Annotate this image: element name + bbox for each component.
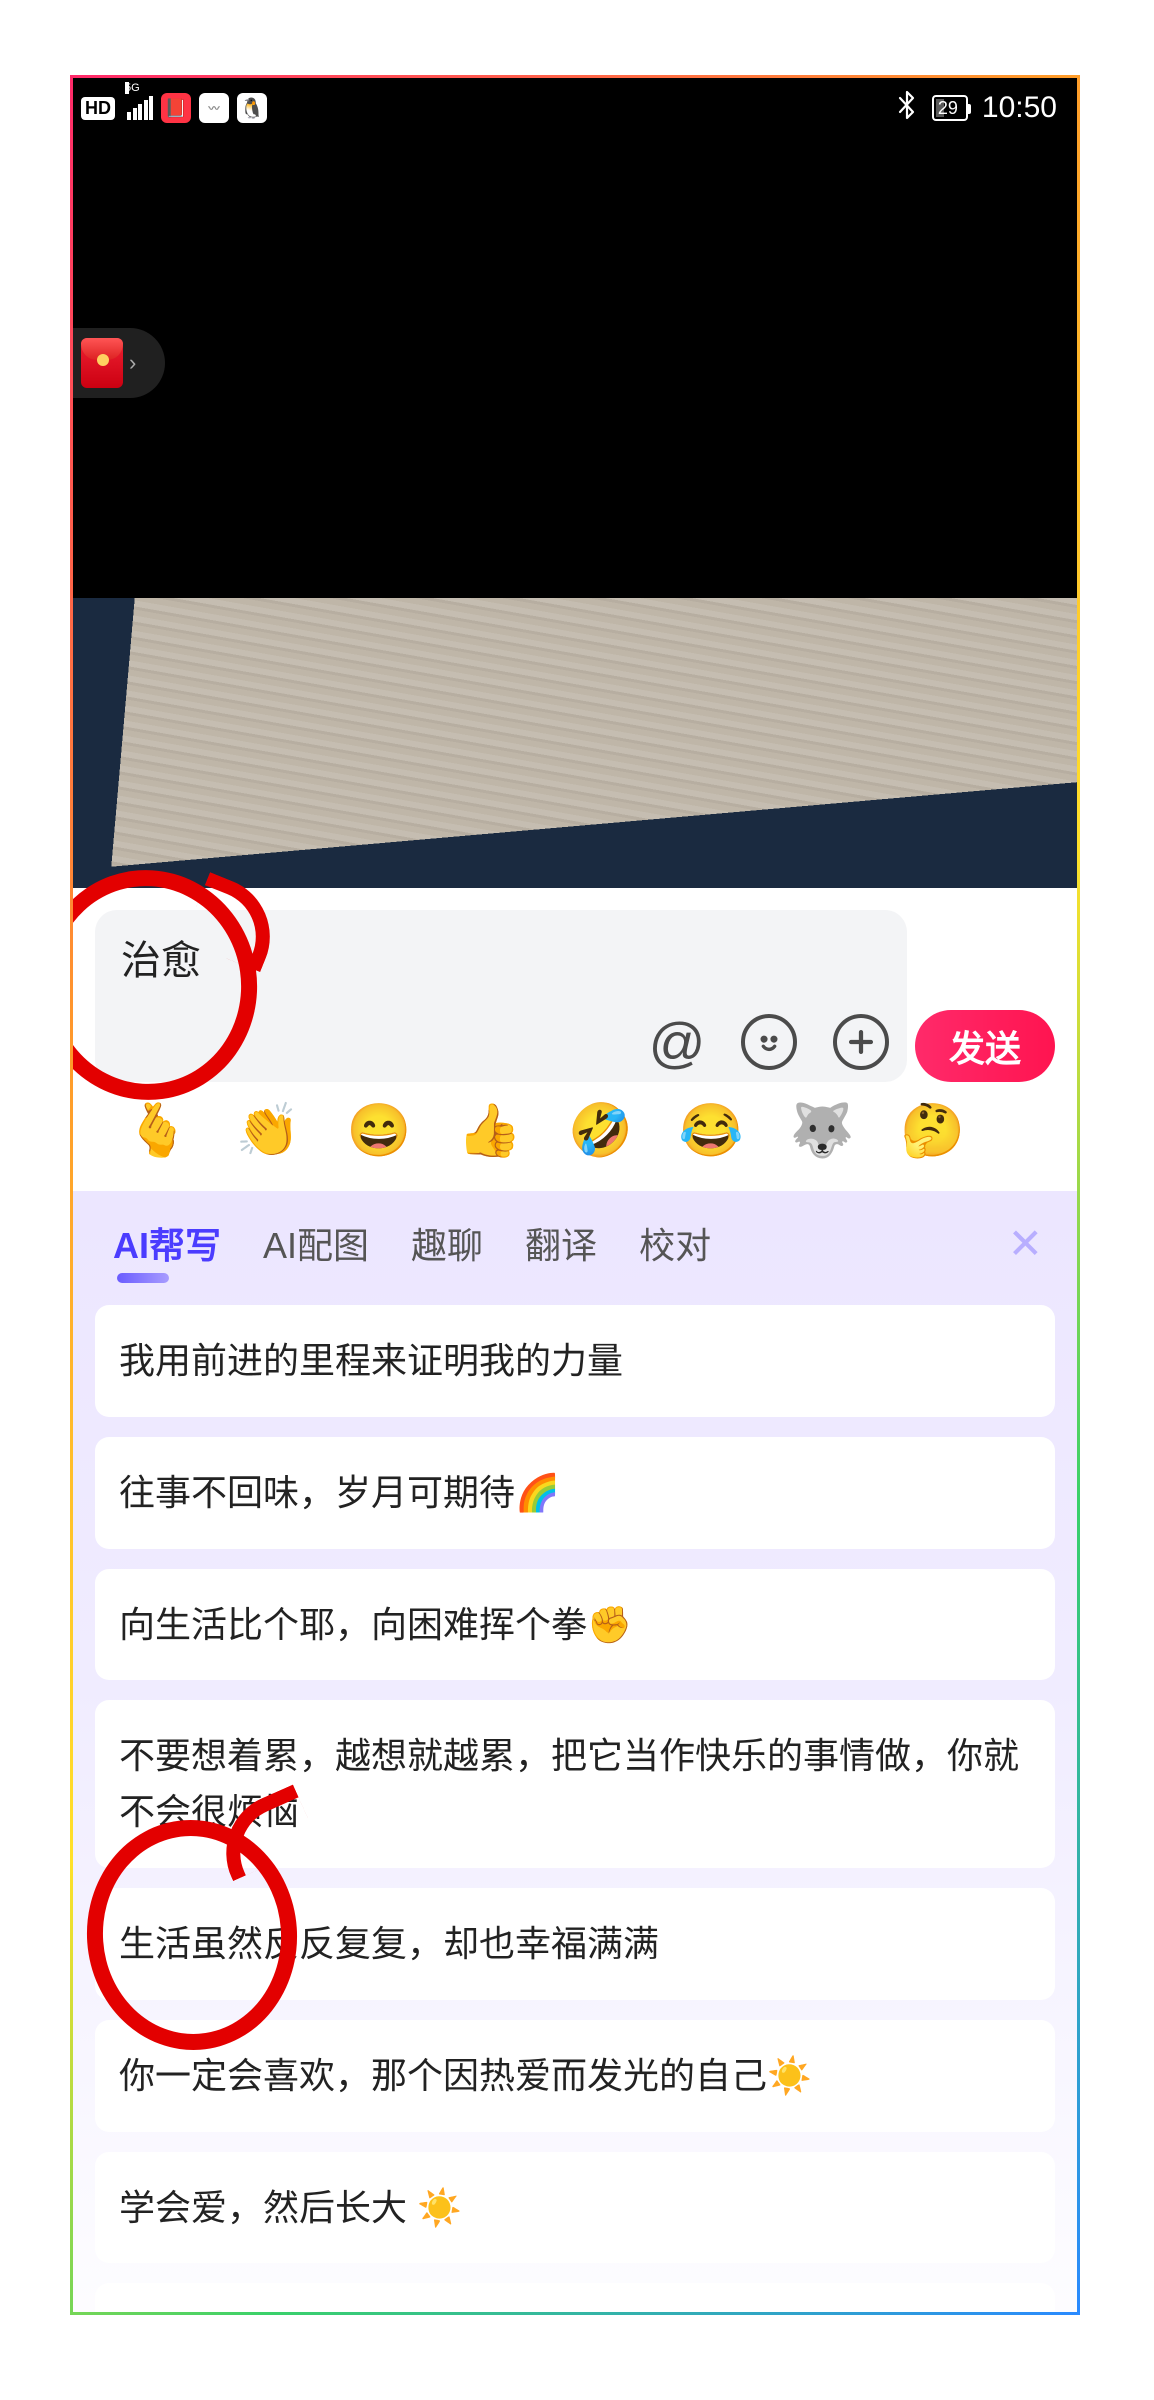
- emoji-quick[interactable]: 🫰: [125, 1100, 190, 1161]
- ai-suggestion[interactable]: 不要想着累，越想就越累，把它当作快乐的事情做，你就不会很烦恼: [95, 1700, 1055, 1868]
- app-frame: HD 5G 📕 〰 🐧 29 10:50 ›: [70, 75, 1080, 2315]
- ai-panel: AI帮写 AI配图 趣聊 翻译 校对 ✕ 我用前进的里程来证明我的力量 往事不回…: [73, 1191, 1077, 2315]
- compose-box[interactable]: 治愈 @: [95, 910, 907, 1082]
- emoji-quick[interactable]: 🤔: [900, 1100, 965, 1161]
- emoji-quick[interactable]: 😂: [679, 1100, 744, 1161]
- ai-suggestion[interactable]: 学会爱，然后长大 ☀️: [95, 2152, 1055, 2264]
- hd-badge: HD: [81, 97, 115, 120]
- emoji-icon[interactable]: [741, 1014, 797, 1070]
- emoji-quick[interactable]: 🤣: [568, 1100, 633, 1161]
- ai-tabs: AI帮写 AI配图 趣聊 翻译 校对 ✕: [95, 1209, 1055, 1289]
- red-packet-icon: [81, 338, 123, 388]
- send-button[interactable]: 发送: [915, 1010, 1055, 1082]
- battery-icon: 29: [932, 95, 968, 121]
- bluetooth-icon: [896, 90, 918, 127]
- compose-area: 治愈 @ 发送 🫰 👏 😄 👍 �: [73, 888, 1077, 1191]
- signal-5g-icon: 5G: [127, 96, 153, 120]
- ai-tab-write[interactable]: AI帮写: [113, 1217, 221, 1269]
- red-packet-button[interactable]: ›: [73, 328, 165, 398]
- compose-text-input[interactable]: 治愈: [121, 928, 889, 988]
- ai-suggestion[interactable]: 我用前进的里程来证明我的力量: [95, 1305, 1055, 1417]
- book-app-icon: 📕: [161, 93, 191, 123]
- ai-suggestion[interactable]: 你一定会喜欢，那个因热爱而发光的自己☀️: [95, 2020, 1055, 2132]
- status-left: HD 5G 📕 〰 🐧: [81, 93, 267, 123]
- status-right: 29 10:50: [896, 90, 1057, 127]
- emoji-quick[interactable]: 😄: [347, 1100, 412, 1161]
- ai-tab-chat[interactable]: 趣聊: [411, 1217, 483, 1269]
- clock: 10:50: [982, 91, 1057, 125]
- video-preview[interactable]: ›: [73, 138, 1077, 598]
- status-bar: HD 5G 📕 〰 🐧 29 10:50: [73, 78, 1077, 138]
- ai-tab-image[interactable]: AI配图: [263, 1217, 369, 1269]
- emoji-quick[interactable]: 👏: [236, 1100, 301, 1161]
- mention-icon[interactable]: @: [649, 1014, 705, 1070]
- ai-suggestion[interactable]: 生活虽然反反复复，却也幸福满满: [95, 1888, 1055, 2000]
- plus-icon[interactable]: [833, 1014, 889, 1070]
- emoji-quick-row: 🫰 👏 😄 👍 🤣 😂 🐺 🤔: [95, 1082, 1055, 1181]
- ai-suggestion[interactable]: 向生活比个耶，向困难挥个拳✊: [95, 1569, 1055, 1681]
- emoji-quick[interactable]: 👍: [457, 1100, 522, 1161]
- qq-app-icon: 🐧: [237, 93, 267, 123]
- chevron-right-icon: ›: [129, 350, 136, 376]
- ai-tab-translate[interactable]: 翻译: [525, 1217, 597, 1269]
- compose-actions: @: [121, 1014, 889, 1070]
- huawei-app-icon: 〰: [199, 93, 229, 123]
- ai-suggestion[interactable]: 治愈小伤口，再打小怪兽: [95, 2283, 1055, 2315]
- content-image: [73, 598, 1077, 888]
- ai-suggestion[interactable]: 往事不回味，岁月可期待🌈: [95, 1437, 1055, 1549]
- close-icon[interactable]: ✕: [1008, 1219, 1043, 1268]
- emoji-quick[interactable]: 🐺: [790, 1100, 855, 1161]
- ai-suggestion-list: 我用前进的里程来证明我的力量 往事不回味，岁月可期待🌈 向生活比个耶，向困难挥个…: [95, 1305, 1055, 2315]
- ai-tab-proof[interactable]: 校对: [639, 1217, 711, 1269]
